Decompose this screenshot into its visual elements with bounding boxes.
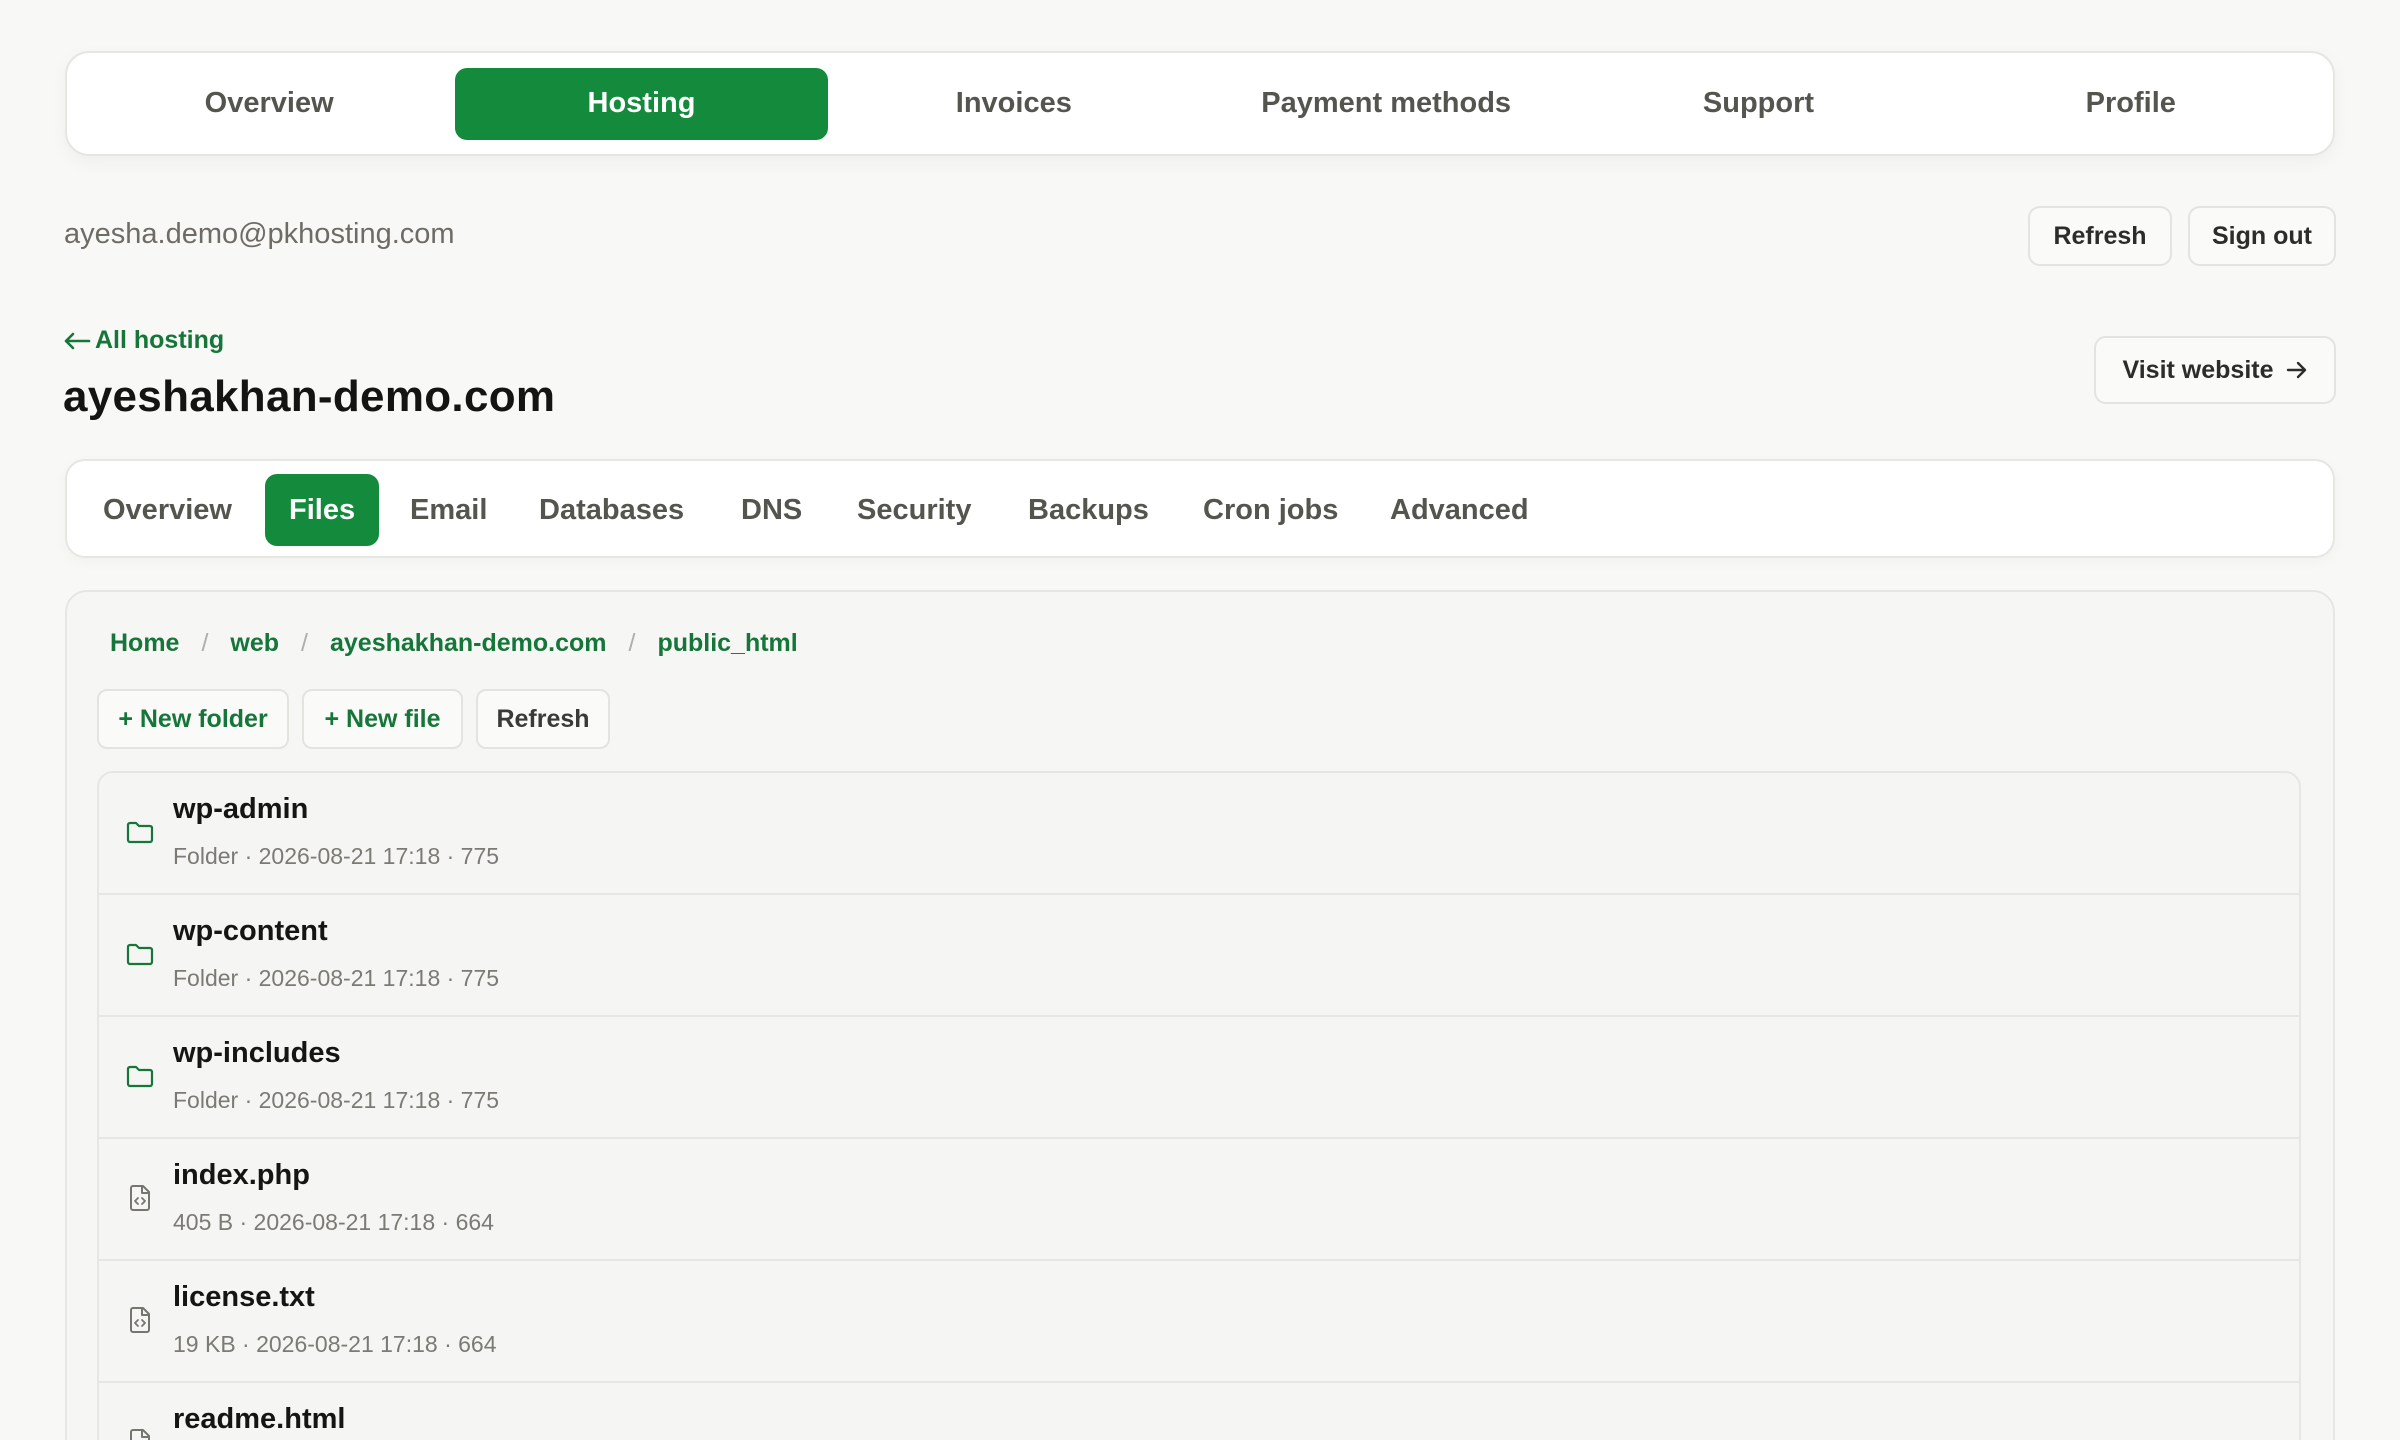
arrow-left-icon — [64, 332, 91, 349]
file-meta: Folder · 2026-08-21 17:18 · 775 — [173, 1087, 500, 1113]
list-item-file[interactable]: readme.html — [99, 1383, 2299, 1440]
breadcrumb: Home / web / ayeshakhan-demo.com / publi… — [110, 629, 798, 658]
list-item-file[interactable]: license.txt 19 KB · 2026-08-21 17:18 · 6… — [99, 1261, 2299, 1383]
file-code-icon — [130, 1429, 150, 1440]
breadcrumb-separator: / — [301, 629, 308, 657]
folder-icon — [126, 821, 154, 844]
tab-email[interactable]: Email — [410, 474, 487, 546]
list-item-folder[interactable]: wp-admin Folder · 2026-08-21 17:18 · 775 — [99, 773, 2299, 895]
file-code-icon — [130, 1185, 150, 1211]
top-nav-hosting[interactable]: Hosting — [455, 67, 828, 140]
file-name: wp-includes — [173, 1037, 341, 1069]
all-hosting-link[interactable]: All hosting — [63, 326, 224, 355]
all-hosting-label: All hosting — [95, 326, 225, 354]
top-nav-support[interactable]: Support — [1572, 68, 1944, 140]
top-nav-profile[interactable]: Profile — [1945, 68, 2317, 140]
new-file-button[interactable]: + New file — [302, 689, 463, 749]
page-title: ayeshakhan-demo.com — [63, 372, 556, 421]
arrow-right-icon — [2286, 361, 2306, 379]
breadcrumb-web[interactable]: web — [230, 629, 279, 658]
list-item-folder[interactable]: wp-content Folder · 2026-08-21 17:18 · 7… — [99, 895, 2299, 1017]
file-name: index.php — [173, 1159, 310, 1191]
refresh-files-button[interactable]: Refresh — [476, 689, 610, 749]
file-meta: 405 B · 2026-08-21 17:18 · 664 — [173, 1209, 494, 1235]
tab-security[interactable]: Security — [857, 474, 971, 546]
breadcrumb-public-html[interactable]: public_html — [657, 629, 797, 658]
breadcrumb-home[interactable]: Home — [110, 629, 179, 658]
tab-databases[interactable]: Databases — [539, 474, 684, 546]
top-nav-payment-methods[interactable]: Payment methods — [1200, 68, 1572, 140]
file-code-icon — [130, 1307, 150, 1333]
tab-cron-jobs[interactable]: Cron jobs — [1203, 474, 1338, 546]
hosting-sub-nav: Overview Files Email Databases DNS Secur… — [65, 459, 2335, 558]
file-name: wp-content — [173, 915, 328, 947]
account-email: ayesha.demo@pkhosting.com — [64, 218, 455, 250]
top-nav-overview[interactable]: Overview — [83, 68, 455, 140]
tab-dns[interactable]: DNS — [741, 474, 802, 546]
file-name: readme.html — [173, 1403, 346, 1435]
tab-advanced[interactable]: Advanced — [1390, 474, 1529, 546]
file-list: wp-admin Folder · 2026-08-21 17:18 · 775… — [97, 771, 2301, 1440]
new-folder-button[interactable]: + New folder — [97, 689, 289, 749]
tab-files[interactable]: Files — [265, 474, 380, 546]
list-item-folder[interactable]: wp-includes Folder · 2026-08-21 17:18 · … — [99, 1017, 2299, 1139]
visit-website-button[interactable]: Visit website — [2094, 336, 2336, 404]
file-meta: 19 KB · 2026-08-21 17:18 · 664 — [173, 1331, 497, 1357]
folder-icon — [126, 1065, 154, 1088]
breadcrumb-separator: / — [201, 629, 209, 657]
sign-out-button[interactable]: Sign out — [2188, 206, 2336, 266]
tab-overview[interactable]: Overview — [103, 474, 232, 546]
list-item-file[interactable]: index.php 405 B · 2026-08-21 17:18 · 664 — [99, 1139, 2299, 1261]
visit-website-label: Visit website — [2122, 355, 2274, 384]
breadcrumb-separator: / — [628, 629, 636, 657]
tab-backups[interactable]: Backups — [1028, 474, 1149, 546]
file-meta: Folder · 2026-08-21 17:18 · 775 — [173, 965, 500, 991]
file-name: wp-admin — [173, 793, 309, 825]
file-meta: Folder · 2026-08-21 17:18 · 775 — [173, 843, 500, 869]
top-nav: Overview Hosting Invoices Payment method… — [65, 51, 2335, 156]
file-name: license.txt — [173, 1281, 315, 1313]
folder-icon — [126, 943, 154, 966]
refresh-button[interactable]: Refresh — [2028, 206, 2172, 266]
hosting-files-page: Overview Hosting Invoices Payment method… — [0, 0, 2400, 1440]
top-nav-invoices[interactable]: Invoices — [828, 68, 1200, 140]
breadcrumb-domain[interactable]: ayeshakhan-demo.com — [330, 629, 607, 658]
